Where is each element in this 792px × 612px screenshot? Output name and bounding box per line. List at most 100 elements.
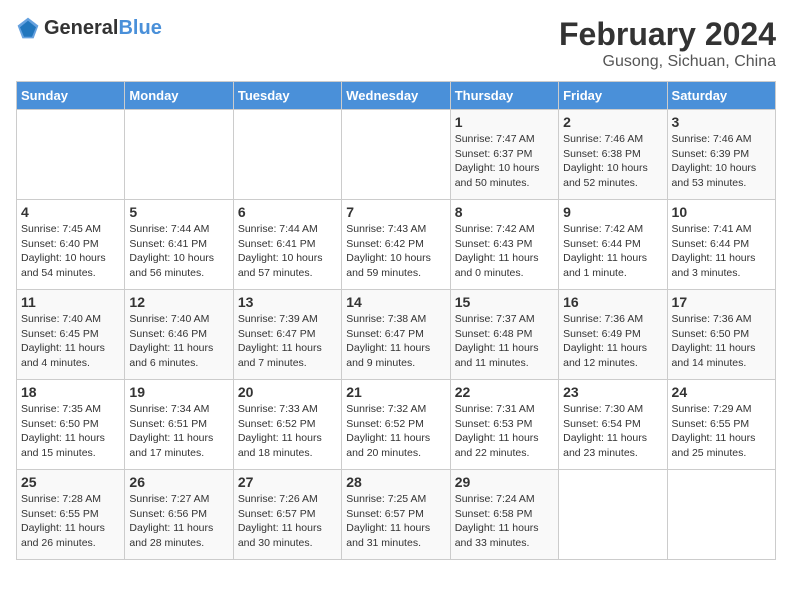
day-number: 26 — [129, 474, 228, 490]
calendar-week-row: 25 Sunrise: 7:28 AM Sunset: 6:55 PM Dayli… — [17, 470, 776, 560]
calendar-cell — [125, 110, 233, 200]
day-number: 11 — [21, 294, 120, 310]
day-number: 18 — [21, 384, 120, 400]
day-info: Sunrise: 7:36 AM Sunset: 6:49 PM Dayligh… — [563, 312, 662, 371]
calendar-cell: 17 Sunrise: 7:36 AM Sunset: 6:50 PM Dayli… — [667, 290, 775, 380]
day-info: Sunrise: 7:38 AM Sunset: 6:47 PM Dayligh… — [346, 312, 445, 371]
day-info: Sunrise: 7:40 AM Sunset: 6:46 PM Dayligh… — [129, 312, 228, 371]
day-number: 25 — [21, 474, 120, 490]
day-info: Sunrise: 7:44 AM Sunset: 6:41 PM Dayligh… — [238, 222, 337, 281]
calendar-cell: 15 Sunrise: 7:37 AM Sunset: 6:48 PM Dayli… — [450, 290, 558, 380]
day-number: 27 — [238, 474, 337, 490]
calendar-cell: 26 Sunrise: 7:27 AM Sunset: 6:56 PM Dayli… — [125, 470, 233, 560]
logo: GeneralBlue — [16, 16, 162, 40]
day-number: 5 — [129, 204, 228, 220]
location-subtitle: Gusong, Sichuan, China — [559, 53, 776, 71]
day-number: 19 — [129, 384, 228, 400]
day-info: Sunrise: 7:41 AM Sunset: 6:44 PM Dayligh… — [672, 222, 771, 281]
page-header: GeneralBlue February 2024 Gusong, Sichua… — [16, 16, 776, 71]
column-header-sunday: Sunday — [17, 82, 125, 110]
day-number: 15 — [455, 294, 554, 310]
calendar-cell: 11 Sunrise: 7:40 AM Sunset: 6:45 PM Dayli… — [17, 290, 125, 380]
day-info: Sunrise: 7:29 AM Sunset: 6:55 PM Dayligh… — [672, 402, 771, 461]
calendar-cell: 6Sunrise: 7:44 AM Sunset: 6:41 PM Daylig… — [233, 200, 341, 290]
day-info: Sunrise: 7:43 AM Sunset: 6:42 PM Dayligh… — [346, 222, 445, 281]
day-number: 8 — [455, 204, 554, 220]
day-number: 2 — [563, 114, 662, 130]
day-number: 12 — [129, 294, 228, 310]
day-info: Sunrise: 7:42 AM Sunset: 6:44 PM Dayligh… — [563, 222, 662, 281]
day-info: Sunrise: 7:32 AM Sunset: 6:52 PM Dayligh… — [346, 402, 445, 461]
calendar-cell: 23 Sunrise: 7:30 AM Sunset: 6:54 PM Dayli… — [559, 380, 667, 470]
day-info: Sunrise: 7:40 AM Sunset: 6:45 PM Dayligh… — [21, 312, 120, 371]
day-info: Sunrise: 7:33 AM Sunset: 6:52 PM Dayligh… — [238, 402, 337, 461]
day-info: Sunrise: 7:24 AM Sunset: 6:58 PM Dayligh… — [455, 492, 554, 551]
calendar-cell: 3Sunrise: 7:46 AM Sunset: 6:39 PM Daylig… — [667, 110, 775, 200]
day-number: 16 — [563, 294, 662, 310]
calendar-cell: 21 Sunrise: 7:32 AM Sunset: 6:52 PM Dayli… — [342, 380, 450, 470]
column-header-tuesday: Tuesday — [233, 82, 341, 110]
calendar-header-row: SundayMondayTuesdayWednesdayThursdayFrid… — [17, 82, 776, 110]
column-header-thursday: Thursday — [450, 82, 558, 110]
calendar-week-row: 11 Sunrise: 7:40 AM Sunset: 6:45 PM Dayli… — [17, 290, 776, 380]
day-number: 28 — [346, 474, 445, 490]
day-info: Sunrise: 7:47 AM Sunset: 6:37 PM Dayligh… — [455, 132, 554, 191]
calendar-cell: 8Sunrise: 7:42 AM Sunset: 6:43 PM Daylig… — [450, 200, 558, 290]
logo-text: GeneralBlue — [44, 17, 162, 40]
month-year-title: February 2024 — [559, 16, 776, 53]
day-info: Sunrise: 7:26 AM Sunset: 6:57 PM Dayligh… — [238, 492, 337, 551]
column-header-friday: Friday — [559, 82, 667, 110]
day-info: Sunrise: 7:45 AM Sunset: 6:40 PM Dayligh… — [21, 222, 120, 281]
calendar-cell: 18 Sunrise: 7:35 AM Sunset: 6:50 PM Dayli… — [17, 380, 125, 470]
day-info: Sunrise: 7:31 AM Sunset: 6:53 PM Dayligh… — [455, 402, 554, 461]
day-info: Sunrise: 7:44 AM Sunset: 6:41 PM Dayligh… — [129, 222, 228, 281]
column-header-monday: Monday — [125, 82, 233, 110]
day-info: Sunrise: 7:34 AM Sunset: 6:51 PM Dayligh… — [129, 402, 228, 461]
day-number: 23 — [563, 384, 662, 400]
calendar-cell: 24 Sunrise: 7:29 AM Sunset: 6:55 PM Dayli… — [667, 380, 775, 470]
day-number: 17 — [672, 294, 771, 310]
calendar-cell: 2Sunrise: 7:46 AM Sunset: 6:38 PM Daylig… — [559, 110, 667, 200]
calendar-cell: 16 Sunrise: 7:36 AM Sunset: 6:49 PM Dayli… — [559, 290, 667, 380]
column-header-wednesday: Wednesday — [342, 82, 450, 110]
day-number: 22 — [455, 384, 554, 400]
day-number: 29 — [455, 474, 554, 490]
day-info: Sunrise: 7:37 AM Sunset: 6:48 PM Dayligh… — [455, 312, 554, 371]
calendar-cell: 27 Sunrise: 7:26 AM Sunset: 6:57 PM Dayli… — [233, 470, 341, 560]
calendar-cell: 10 Sunrise: 7:41 AM Sunset: 6:44 PM Dayli… — [667, 200, 775, 290]
calendar-cell: 9 Sunrise: 7:42 AM Sunset: 6:44 PM Daylig… — [559, 200, 667, 290]
day-info: Sunrise: 7:36 AM Sunset: 6:50 PM Dayligh… — [672, 312, 771, 371]
logo-blue: Blue — [118, 17, 161, 39]
calendar-cell — [17, 110, 125, 200]
column-header-saturday: Saturday — [667, 82, 775, 110]
calendar-week-row: 18 Sunrise: 7:35 AM Sunset: 6:50 PM Dayli… — [17, 380, 776, 470]
calendar-cell: 1 Sunrise: 7:47 AM Sunset: 6:37 PM Daylig… — [450, 110, 558, 200]
day-number: 10 — [672, 204, 771, 220]
day-info: Sunrise: 7:30 AM Sunset: 6:54 PM Dayligh… — [563, 402, 662, 461]
day-number: 13 — [238, 294, 337, 310]
calendar-cell — [559, 470, 667, 560]
calendar-cell: 5 Sunrise: 7:44 AM Sunset: 6:41 PM Daylig… — [125, 200, 233, 290]
calendar-week-row: 4Sunrise: 7:45 AM Sunset: 6:40 PM Daylig… — [17, 200, 776, 290]
day-info: Sunrise: 7:25 AM Sunset: 6:57 PM Dayligh… — [346, 492, 445, 551]
day-number: 24 — [672, 384, 771, 400]
calendar-cell — [233, 110, 341, 200]
calendar-cell: 7 Sunrise: 7:43 AM Sunset: 6:42 PM Daylig… — [342, 200, 450, 290]
day-number: 1 — [455, 114, 554, 130]
day-info: Sunrise: 7:39 AM Sunset: 6:47 PM Dayligh… — [238, 312, 337, 371]
calendar-table: SundayMondayTuesdayWednesdayThursdayFrid… — [16, 81, 776, 560]
day-info: Sunrise: 7:27 AM Sunset: 6:56 PM Dayligh… — [129, 492, 228, 551]
day-number: 21 — [346, 384, 445, 400]
logo-icon — [16, 16, 40, 40]
day-number: 20 — [238, 384, 337, 400]
day-number: 14 — [346, 294, 445, 310]
calendar-cell: 13 Sunrise: 7:39 AM Sunset: 6:47 PM Dayli… — [233, 290, 341, 380]
title-block: February 2024 Gusong, Sichuan, China — [559, 16, 776, 71]
calendar-cell — [342, 110, 450, 200]
day-number: 7 — [346, 204, 445, 220]
day-info: Sunrise: 7:28 AM Sunset: 6:55 PM Dayligh… — [21, 492, 120, 551]
day-number: 9 — [563, 204, 662, 220]
calendar-cell: 29 Sunrise: 7:24 AM Sunset: 6:58 PM Dayli… — [450, 470, 558, 560]
day-info: Sunrise: 7:35 AM Sunset: 6:50 PM Dayligh… — [21, 402, 120, 461]
calendar-cell: 4Sunrise: 7:45 AM Sunset: 6:40 PM Daylig… — [17, 200, 125, 290]
